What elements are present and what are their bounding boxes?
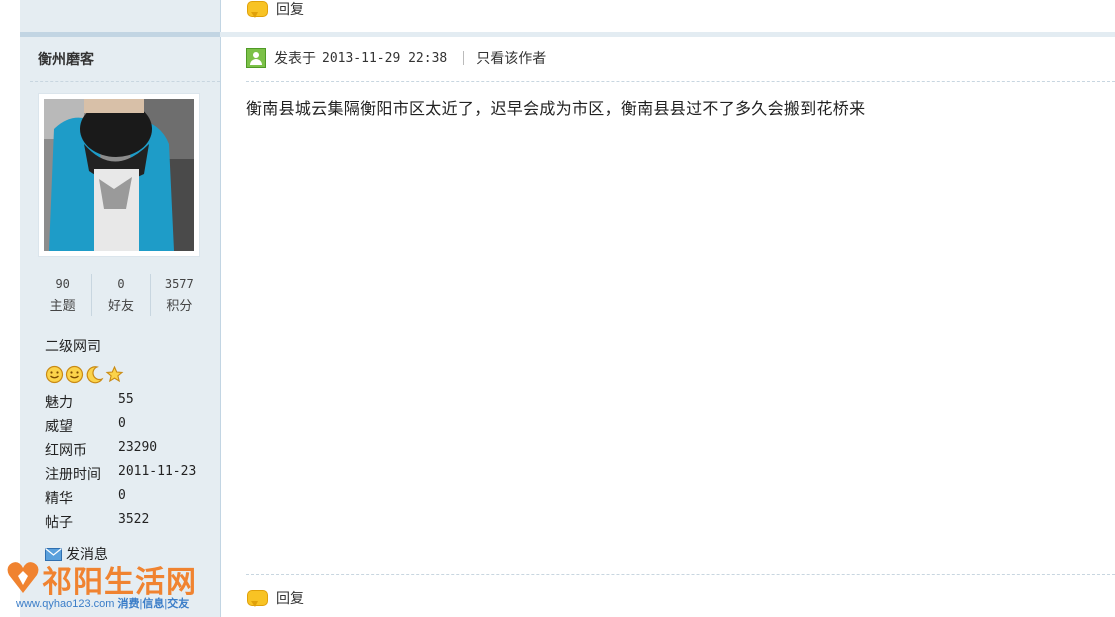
info-row-prestige: 威望 0 [45,416,215,436]
info-value: 2011-11-23 [118,464,197,479]
stat-label: 好友 [107,298,134,313]
reply-label: 回复 [276,590,304,606]
stat-label: 积分 [166,298,193,313]
stat-threads[interactable]: 90 主题 [34,274,93,316]
info-value: 23290 [118,440,158,455]
info-value: 3522 [118,512,150,527]
logo-tag: 信息 [142,598,165,610]
star-icon [105,365,124,383]
info-value: 55 [118,392,134,407]
post-content: 衡南县城云集隔衡阳市区太近了，迟早会成为市区，衡南县县过不了多久会搬到花桥来 [246,101,866,118]
post-header-separator [246,81,1115,82]
avatar[interactable] [38,93,200,257]
stat-label: 主题 [49,298,76,313]
posted-label: 发表于 [274,50,316,66]
info-key: 威望 [45,418,73,434]
sidebar-separator [30,81,220,82]
logo-heart-icon [7,562,39,593]
post-header: 发表于 2013-11-29 22:38 只看该作者 [246,48,546,68]
author-only-link[interactable]: 只看该作者 [476,48,546,68]
info-key: 帖子 [45,514,73,530]
info-row-registered: 注册时间 2011-11-23 [45,464,215,484]
stat-points[interactable]: 3577 积分 [151,274,208,316]
sidebar-divider [20,32,220,37]
stat-friends[interactable]: 0 好友 [92,274,151,316]
info-value: 0 [118,488,126,503]
avatar-image [44,99,194,251]
stat-value: 0 [117,277,125,291]
reply-label: 回复 [276,1,304,17]
logo-tag: 交友 [167,598,190,610]
info-row-posts: 帖子 3522 [45,512,215,532]
left-gutter [0,0,20,617]
site-watermark: 祁阳生活网 www.qyhao123.com 消费|信息|交友 [4,553,204,617]
post-footer-separator [246,574,1115,575]
info-key: 精华 [45,490,73,506]
smiley-icon [65,365,84,384]
stat-value: 90 [55,277,70,291]
author-name[interactable]: 衡州磨客 [38,49,94,69]
info-key: 魅力 [45,394,73,410]
smiley-icon [45,365,64,384]
level-medals [45,365,124,384]
stat-value: 3577 [164,277,194,291]
logo-subtitle: www.qyhao123.com 消费|信息|交友 [16,598,190,610]
logo-tag: 消费 [117,598,140,610]
reply-icon [247,589,268,607]
logo-url: www.qyhao123.com [16,598,115,610]
post-timestamp: 2013-11-29 22:38 [322,50,448,66]
reply-button-previous[interactable]: 回复 [247,0,304,19]
moon-icon [86,366,104,384]
reply-icon [247,0,268,18]
info-row-charm: 魅力 55 [45,392,215,412]
info-key: 注册时间 [45,466,101,482]
author-stats: 90 主题 0 好友 3577 积分 [34,274,208,316]
info-row-coins: 红网币 23290 [45,440,215,460]
info-value: 0 [118,416,126,431]
reply-button[interactable]: 回复 [247,588,304,608]
user-group[interactable]: 二级网司 [45,336,101,356]
post-main [221,0,1115,617]
header-separator [463,51,465,65]
info-key: 红网币 [45,442,87,458]
info-row-digest: 精华 0 [45,488,215,508]
online-status-icon [246,48,266,68]
